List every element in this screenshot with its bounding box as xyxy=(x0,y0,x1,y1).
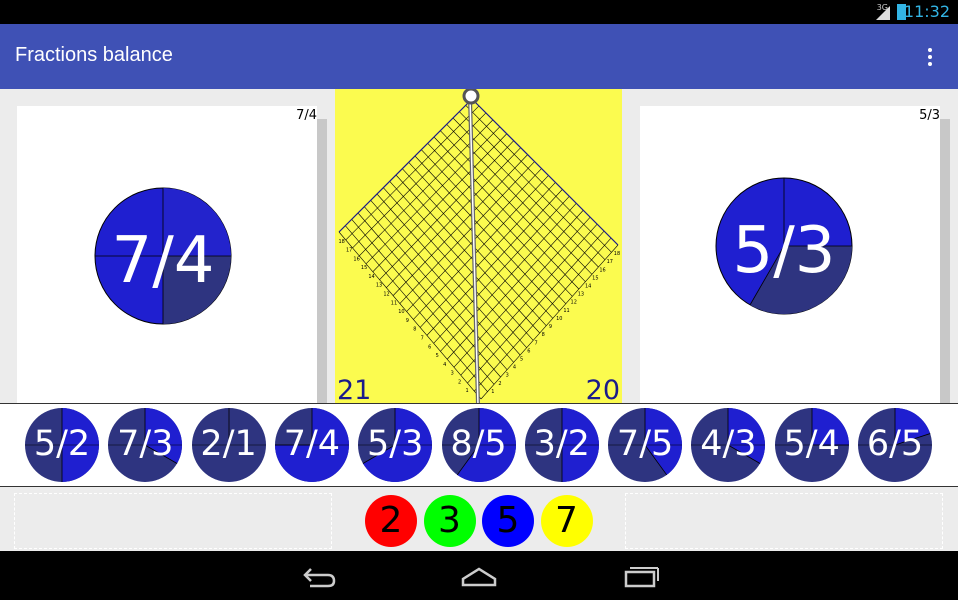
svg-text:16: 16 xyxy=(353,256,359,262)
svg-text:15: 15 xyxy=(361,265,367,271)
prime-area: 2357 xyxy=(0,487,958,551)
recents-icon[interactable] xyxy=(620,563,660,589)
svg-text:6: 6 xyxy=(527,348,530,354)
prime-button-7[interactable]: 7 xyxy=(540,495,593,547)
back-icon[interactable] xyxy=(298,563,338,589)
balance-grid: 1 12 23 34 455667788991010111112121313141415… xyxy=(338,89,620,405)
home-icon[interactable] xyxy=(459,563,499,589)
fraction-chip-5-4[interactable]: 5/4 xyxy=(774,407,850,483)
fraction-chip-8-5[interactable]: 8/5 xyxy=(441,407,517,483)
right-pan-label: 5/3 xyxy=(919,108,940,123)
svg-text:4: 4 xyxy=(513,365,516,371)
left-pan-label: 7/4 xyxy=(296,108,317,123)
svg-text:17: 17 xyxy=(607,259,613,265)
left-drop-slot[interactable] xyxy=(14,493,332,549)
svg-text:10: 10 xyxy=(556,316,562,322)
left-pan-scrollbar[interactable] xyxy=(317,119,327,409)
fraction-chip-6-5[interactable]: 6/5 xyxy=(857,407,933,483)
fraction-chip-4-3[interactable]: 4/3 xyxy=(690,407,766,483)
overflow-menu-icon[interactable] xyxy=(918,46,942,70)
left-count: 21 xyxy=(337,375,372,405)
prime-button-2[interactable]: 2 xyxy=(365,495,417,547)
svg-text:11: 11 xyxy=(563,308,569,314)
content-area: 7/4 7/4 1 1 2 2 3 3 4 4 5 5 6 6 7 7 8 8 9 9 10 10 11 11 12 12 13… xyxy=(0,89,958,551)
svg-text:11: 11 xyxy=(391,300,397,306)
right-pan-circle-label: 5/3 xyxy=(733,214,836,288)
fraction-strip: 5/2 7/3 2/1 7/4 5/3 8/5 3/2 7/5 4/3 5/4 6/5 xyxy=(0,403,958,487)
svg-text:1: 1 xyxy=(466,388,469,394)
balance-scale: 1 1 2 2 3 3 4 4 5 5 6 6 7 7 8 8 9 9 10 10 11 11 12 12 13 13 14 14 15… xyxy=(335,89,622,405)
app-bar: Fractions balance xyxy=(0,24,958,89)
svg-text:7: 7 xyxy=(534,340,537,346)
right-pan-fraction-circle[interactable]: 5/3 xyxy=(714,176,854,316)
svg-text:17: 17 xyxy=(346,248,352,254)
svg-text:5: 5 xyxy=(436,353,439,359)
fraction-chip-7-5[interactable]: 7/5 xyxy=(607,407,683,483)
fraction-chip-2-1[interactable]: 2/1 xyxy=(191,407,267,483)
svg-text:12: 12 xyxy=(383,292,389,298)
fraction-chip-5-2[interactable]: 5/2 xyxy=(24,407,100,483)
right-count: 20 xyxy=(585,375,620,405)
navigation-bar xyxy=(0,551,958,600)
clock: 11:32 xyxy=(903,2,950,21)
svg-text:9: 9 xyxy=(406,318,409,324)
svg-text:2: 2 xyxy=(498,381,501,387)
svg-text:6: 6 xyxy=(428,344,431,350)
left-pan-fraction-circle[interactable]: 7/4 xyxy=(93,186,233,326)
svg-text:1: 1 xyxy=(491,389,494,395)
signal-icon xyxy=(876,6,890,20)
svg-text:7: 7 xyxy=(421,335,424,341)
fraction-chip-3-2[interactable]: 3/2 xyxy=(524,407,600,483)
svg-text:5: 5 xyxy=(520,356,523,362)
svg-text:16: 16 xyxy=(599,267,605,273)
pivot-icon xyxy=(462,89,480,105)
svg-text:18: 18 xyxy=(338,239,344,245)
svg-text:13: 13 xyxy=(578,292,584,298)
svg-text:14: 14 xyxy=(585,284,591,290)
svg-text:3: 3 xyxy=(451,371,454,377)
status-bar: 3G 11:32 xyxy=(0,0,958,24)
svg-text:18: 18 xyxy=(614,251,620,257)
svg-text:14: 14 xyxy=(368,274,374,280)
svg-text:8: 8 xyxy=(542,332,545,338)
prime-button-3[interactable]: 3 xyxy=(423,495,476,547)
fraction-chip-7-4[interactable]: 7/4 xyxy=(274,407,350,483)
right-pan-scrollbar[interactable] xyxy=(940,119,950,409)
svg-text:3: 3 xyxy=(506,373,509,379)
svg-text:2: 2 xyxy=(458,379,461,385)
svg-text:9: 9 xyxy=(549,324,552,330)
svg-text:13: 13 xyxy=(376,283,382,289)
fraction-chip-7-3[interactable]: 7/3 xyxy=(107,407,183,483)
right-drop-slot[interactable] xyxy=(625,493,943,549)
svg-text:12: 12 xyxy=(571,300,577,306)
svg-text:10: 10 xyxy=(398,309,404,315)
left-pan-circle-label: 7/4 xyxy=(112,224,215,298)
right-pan[interactable]: 5/3 5/3 xyxy=(640,106,940,406)
left-pan[interactable]: 7/4 7/4 xyxy=(17,106,317,406)
svg-text:8: 8 xyxy=(413,327,416,333)
app-title: Fractions balance xyxy=(15,44,173,66)
svg-text:4: 4 xyxy=(443,362,446,368)
prime-button-5[interactable]: 5 xyxy=(482,495,534,547)
fraction-chip-5-3[interactable]: 5/3 xyxy=(357,407,433,483)
svg-text:15: 15 xyxy=(592,275,598,281)
